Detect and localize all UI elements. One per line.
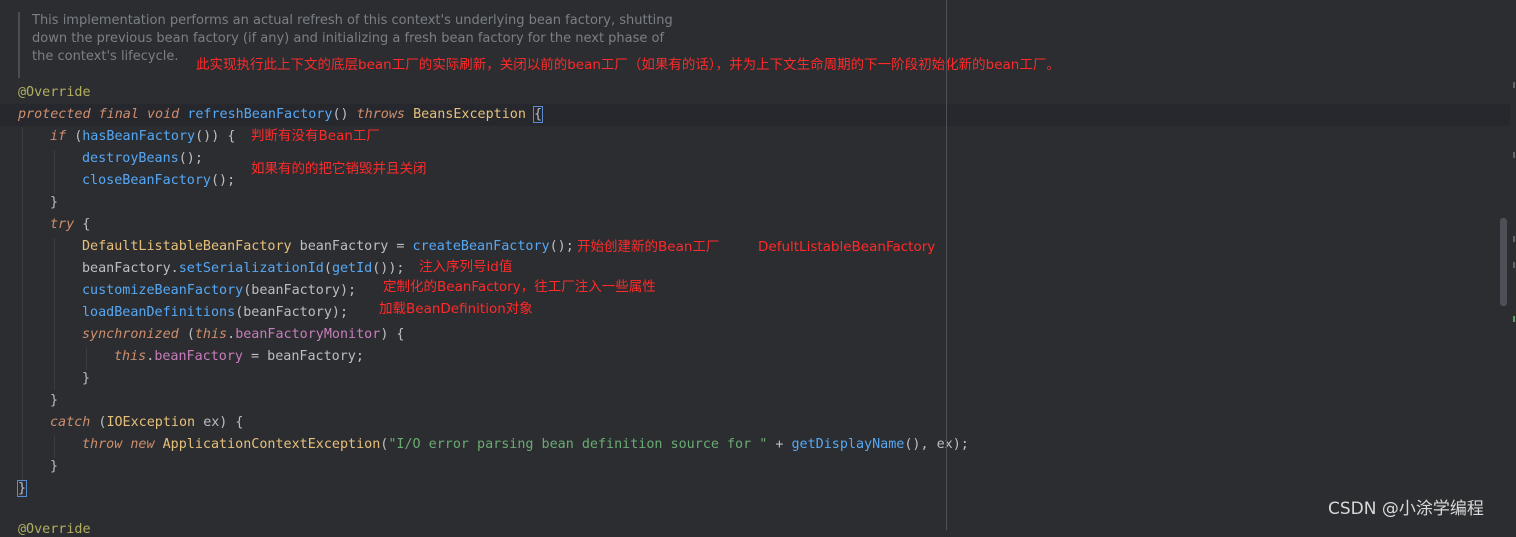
brace-token: { bbox=[82, 217, 91, 232]
throw-new-token: throw new bbox=[82, 437, 163, 452]
if-token: if bbox=[50, 129, 75, 144]
get-display-name-call: getDisplayName bbox=[791, 437, 905, 452]
paren-token: (); bbox=[549, 239, 574, 254]
code-line-close[interactable]: closeBeanFactory(); bbox=[82, 170, 235, 192]
paren-token: (); bbox=[178, 151, 203, 166]
method-name-token: refreshBeanFactory bbox=[187, 107, 333, 122]
type-token: DefaultListableBeanFactory bbox=[82, 239, 300, 254]
synchronized-token: synchronized bbox=[82, 327, 187, 342]
args-token: (beanFactory); bbox=[235, 305, 349, 320]
code-line-customize[interactable]: customizeBeanFactory(beanFactory); bbox=[82, 280, 356, 302]
code-line-method-signature[interactable]: protected final void refreshBeanFactory(… bbox=[18, 104, 544, 126]
operator-token: + bbox=[767, 437, 792, 452]
has-bean-factory-call: hasBeanFactory bbox=[82, 129, 196, 144]
code-line-if[interactable]: if (hasBeanFactory()) { bbox=[50, 126, 235, 148]
code-line-destroy[interactable]: destroyBeans(); bbox=[82, 148, 203, 170]
assign-token: = beanFactory; bbox=[243, 349, 364, 364]
get-id-call: getId bbox=[331, 261, 373, 276]
annotation-summary: 此实现执行此上下文的底层bean工厂的实际刷新，关闭以前的bean工厂（如果有的… bbox=[196, 57, 1060, 73]
exception-type-token: BeansException bbox=[413, 107, 534, 122]
variable-token: beanFactory. bbox=[82, 261, 179, 276]
code-line-close-try[interactable]: } bbox=[50, 390, 58, 412]
doc-line-1: This implementation performs an actual r… bbox=[32, 13, 673, 28]
indent-guide bbox=[54, 150, 55, 194]
args-token: (beanFactory); bbox=[243, 283, 357, 298]
variable-token: beanFactory = bbox=[299, 239, 413, 254]
customize-bean-factory-call: customizeBeanFactory bbox=[82, 283, 244, 298]
catch-token: catch bbox=[50, 415, 99, 430]
indent-guide bbox=[86, 348, 87, 370]
code-line-close-if[interactable]: } bbox=[50, 192, 58, 214]
code-line-close-catch[interactable]: } bbox=[50, 456, 58, 478]
try-token: try bbox=[50, 217, 83, 232]
code-line-catch[interactable]: catch (IOException ex) { bbox=[50, 412, 244, 434]
paren-token: ()) { bbox=[195, 129, 236, 144]
code-line-load[interactable]: loadBeanDefinitions(beanFactory); bbox=[82, 302, 348, 324]
code-line-override[interactable]: @Override bbox=[18, 82, 91, 104]
right-margin-guide bbox=[946, 0, 947, 530]
variable-token: ex) { bbox=[203, 415, 244, 430]
paren-token: ) { bbox=[380, 327, 405, 342]
throws-token: throws bbox=[356, 107, 414, 122]
close-bean-factory-call: closeBeanFactory bbox=[82, 173, 211, 188]
gutter-marker bbox=[1513, 262, 1515, 268]
annotation-customize: 定制化的BeanFactory，往工厂注入一些属性 bbox=[383, 279, 656, 295]
vertical-scrollbar-thumb[interactable] bbox=[1500, 218, 1507, 306]
annotation-load: 加载BeanDefinition对象 bbox=[379, 301, 533, 317]
this-token: this bbox=[114, 349, 147, 364]
code-line-serialization[interactable]: beanFactory.setSerializationId(getId()); bbox=[82, 258, 405, 280]
create-bean-factory-call: createBeanFactory bbox=[412, 239, 550, 254]
set-serialization-id-call: setSerializationId bbox=[178, 261, 324, 276]
indent-guide bbox=[54, 238, 55, 390]
indent-guide bbox=[22, 128, 23, 498]
gutter-marker bbox=[1513, 82, 1515, 88]
code-line-synchronized[interactable]: synchronized (this.beanFactoryMonitor) { bbox=[82, 324, 405, 346]
string-literal-token: "I/O error parsing bean definition sourc… bbox=[388, 437, 768, 452]
csdn-watermark: CSDN @小涂学编程 bbox=[1328, 499, 1484, 519]
annotation-serialization: 注入序列号id值 bbox=[419, 259, 513, 275]
modifiers-token: protected final void bbox=[18, 107, 188, 122]
code-line-create[interactable]: DefaultListableBeanFactory beanFactory =… bbox=[82, 236, 574, 258]
doc-line-2: down the previous bean factory (if any) … bbox=[32, 31, 665, 46]
paren-token: ( bbox=[186, 327, 195, 342]
indent-guide bbox=[54, 436, 55, 458]
exception-type-token: IOException bbox=[106, 415, 204, 430]
code-line-close-method[interactable]: } bbox=[16, 478, 28, 500]
exception-type-token: ApplicationContextException bbox=[162, 437, 381, 452]
load-bean-definitions-call: loadBeanDefinitions bbox=[82, 305, 236, 320]
annotation-has-factory: 判断有没有Bean工厂 bbox=[251, 128, 380, 144]
code-line-try[interactable]: try { bbox=[50, 214, 90, 236]
gutter-marker bbox=[1513, 316, 1515, 322]
paren-token: ()); bbox=[372, 261, 405, 276]
paren-token: (); bbox=[211, 173, 236, 188]
open-brace-token: { bbox=[532, 106, 544, 123]
annotation-create-type: DefultListableBeanFactory bbox=[758, 239, 936, 255]
paren-token: ( bbox=[323, 261, 332, 276]
annotation-destroy: 如果有的的把它销毁并且关闭 bbox=[251, 161, 427, 177]
annotation-token: @Override bbox=[18, 85, 91, 100]
code-line-throw[interactable]: throw new ApplicationContextException("I… bbox=[82, 434, 969, 456]
gutter-marker bbox=[1513, 152, 1515, 158]
destroy-beans-call: destroyBeans bbox=[82, 151, 179, 166]
paren-token: () bbox=[332, 107, 357, 122]
code-line-close-sync[interactable]: } bbox=[82, 368, 90, 390]
code-line-assign[interactable]: this.beanFactory = beanFactory; bbox=[114, 346, 364, 368]
monitor-field-token: beanFactoryMonitor bbox=[235, 327, 381, 342]
bean-factory-field-token: beanFactory bbox=[154, 349, 243, 364]
this-token: this bbox=[194, 327, 228, 342]
code-editor[interactable]: This implementation performs an actual r… bbox=[0, 0, 1516, 537]
close-brace-token: } bbox=[16, 480, 28, 497]
gutter-marker bbox=[1513, 236, 1515, 242]
dot-token: . bbox=[227, 327, 236, 342]
annotation-create: 开始创建新的Bean工厂 bbox=[577, 239, 720, 255]
paren-token: (), ex); bbox=[904, 437, 969, 452]
